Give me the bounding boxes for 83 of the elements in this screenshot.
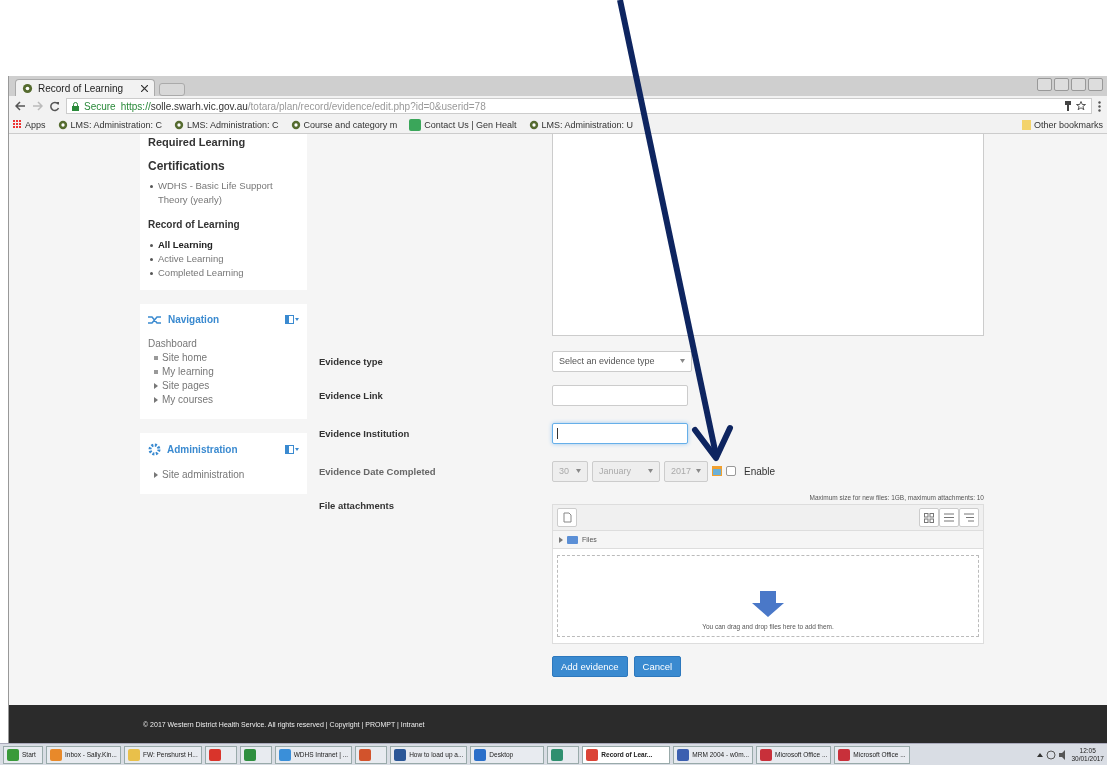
secure-label: Secure <box>84 100 116 112</box>
bookmark[interactable]: Course and category m <box>290 119 398 130</box>
section-heading: Record of Learning <box>148 219 241 230</box>
site-icon <box>57 119 68 130</box>
site-icon <box>22 82 33 94</box>
dropdown-caret-icon <box>648 469 653 473</box>
record-link[interactable]: Completed Learning <box>148 266 299 280</box>
close-button[interactable] <box>1088 78 1103 91</box>
minimize-button[interactable] <box>1054 78 1069 91</box>
record-link[interactable]: All Learning <box>148 238 299 252</box>
evidence-type-select[interactable]: Select an evidence type <box>552 350 692 372</box>
tree-icon <box>964 513 974 522</box>
taskbar-item[interactable] <box>204 745 237 764</box>
evidence-institution-field[interactable] <box>552 422 688 444</box>
section-heading: Certifications <box>148 159 226 173</box>
enable-checkbox[interactable] <box>726 466 736 476</box>
field-label: File attachments <box>319 500 395 511</box>
folder-icon <box>567 535 578 544</box>
evidence-link-field[interactable] <box>552 384 688 406</box>
shuffle-icon <box>148 314 162 325</box>
back-icon[interactable] <box>15 101 26 111</box>
nav-link[interactable]: My learning <box>162 365 214 379</box>
dock-icon[interactable] <box>285 315 299 324</box>
site-icon <box>528 119 539 130</box>
block-title: Navigation <box>168 314 220 325</box>
expand-arrow-icon[interactable] <box>154 397 158 403</box>
browser-tab[interactable]: Record of Learning <box>15 79 155 96</box>
bookmark[interactable]: LMS: Administration: C <box>174 119 279 130</box>
tray-icons[interactable] <box>1037 749 1068 760</box>
site-icon <box>409 118 422 131</box>
dropdown-caret-icon <box>696 469 701 473</box>
submit-button[interactable]: Add evidence <box>552 656 628 677</box>
other-bookmarks[interactable]: Other bookmarks <box>1021 119 1103 130</box>
nav-link[interactable]: Site home <box>162 351 208 365</box>
bullet-icon <box>154 370 158 374</box>
expand-arrow-icon[interactable] <box>559 536 563 543</box>
tree-view-button[interactable] <box>959 508 979 527</box>
expand-arrow-icon[interactable] <box>154 472 158 478</box>
dropdown-caret-icon <box>576 469 581 473</box>
bookmark[interactable]: LMS: Administration: U <box>528 119 634 130</box>
block-title: Administration <box>167 444 238 455</box>
nav-link[interactable]: Site administration <box>162 468 245 482</box>
close-icon[interactable] <box>141 84 148 92</box>
field-label: Evidence Institution <box>319 427 411 439</box>
taskbar-item[interactable] <box>239 745 272 764</box>
grid-view-button[interactable] <box>919 508 939 527</box>
cancel-button[interactable]: Cancel <box>633 656 682 677</box>
field-label: Evidence type <box>319 355 384 367</box>
bullet-icon <box>154 356 158 360</box>
field-label: Evidence Link <box>319 389 384 401</box>
nav-link[interactable]: Site pages <box>162 379 210 393</box>
menu-icon[interactable] <box>1098 100 1101 112</box>
nav-link[interactable]: My courses <box>162 393 214 407</box>
taskbar-item[interactable] <box>547 745 580 764</box>
address-bar[interactable]: Secure https://solle.swarh.vic.gov.au/totara/plan/record/evidence/edit.php?id=0&userid=78 <box>66 98 1092 114</box>
url-text: https://solle.swarh.vic.gov.au/totara/plan/record/evidence/edit.php?id=0&userid=78 <box>120 100 486 112</box>
expand-arrow-icon[interactable] <box>154 383 158 389</box>
down-arrow-icon <box>752 591 784 617</box>
dock-icon[interactable] <box>285 445 299 454</box>
folder-icon <box>1021 119 1031 130</box>
certification-link[interactable]: WDHS - Basic Life Support Theory (yearly) <box>148 179 299 207</box>
bookmark[interactable]: Apps <box>13 119 46 130</box>
reload-icon[interactable] <box>49 100 60 112</box>
lock-icon <box>72 101 79 111</box>
apps-icon <box>13 120 22 129</box>
star-icon[interactable] <box>1076 101 1086 111</box>
list-icon <box>944 513 954 522</box>
nav-link[interactable]: Dashboard <box>148 337 299 351</box>
enable-label: Enable <box>744 465 776 477</box>
site-icon <box>290 119 301 130</box>
list-view-button[interactable] <box>939 508 959 527</box>
bookmark[interactable]: Contact Us | Gen Healt <box>409 118 517 131</box>
section-heading: Required Learning <box>148 135 247 149</box>
user-button[interactable] <box>1037 78 1052 91</box>
grid-icon <box>924 512 934 523</box>
field-label: Evidence Date Completed <box>319 465 437 477</box>
record-link[interactable]: Active Learning <box>148 252 299 266</box>
file-icon <box>562 512 572 523</box>
bookmark[interactable]: LMS: Administration: C <box>57 119 163 130</box>
taskbar-item[interactable] <box>355 745 388 764</box>
site-icon <box>174 119 185 130</box>
dropdown-caret-icon <box>680 359 685 363</box>
restore-button[interactable] <box>1071 78 1086 91</box>
